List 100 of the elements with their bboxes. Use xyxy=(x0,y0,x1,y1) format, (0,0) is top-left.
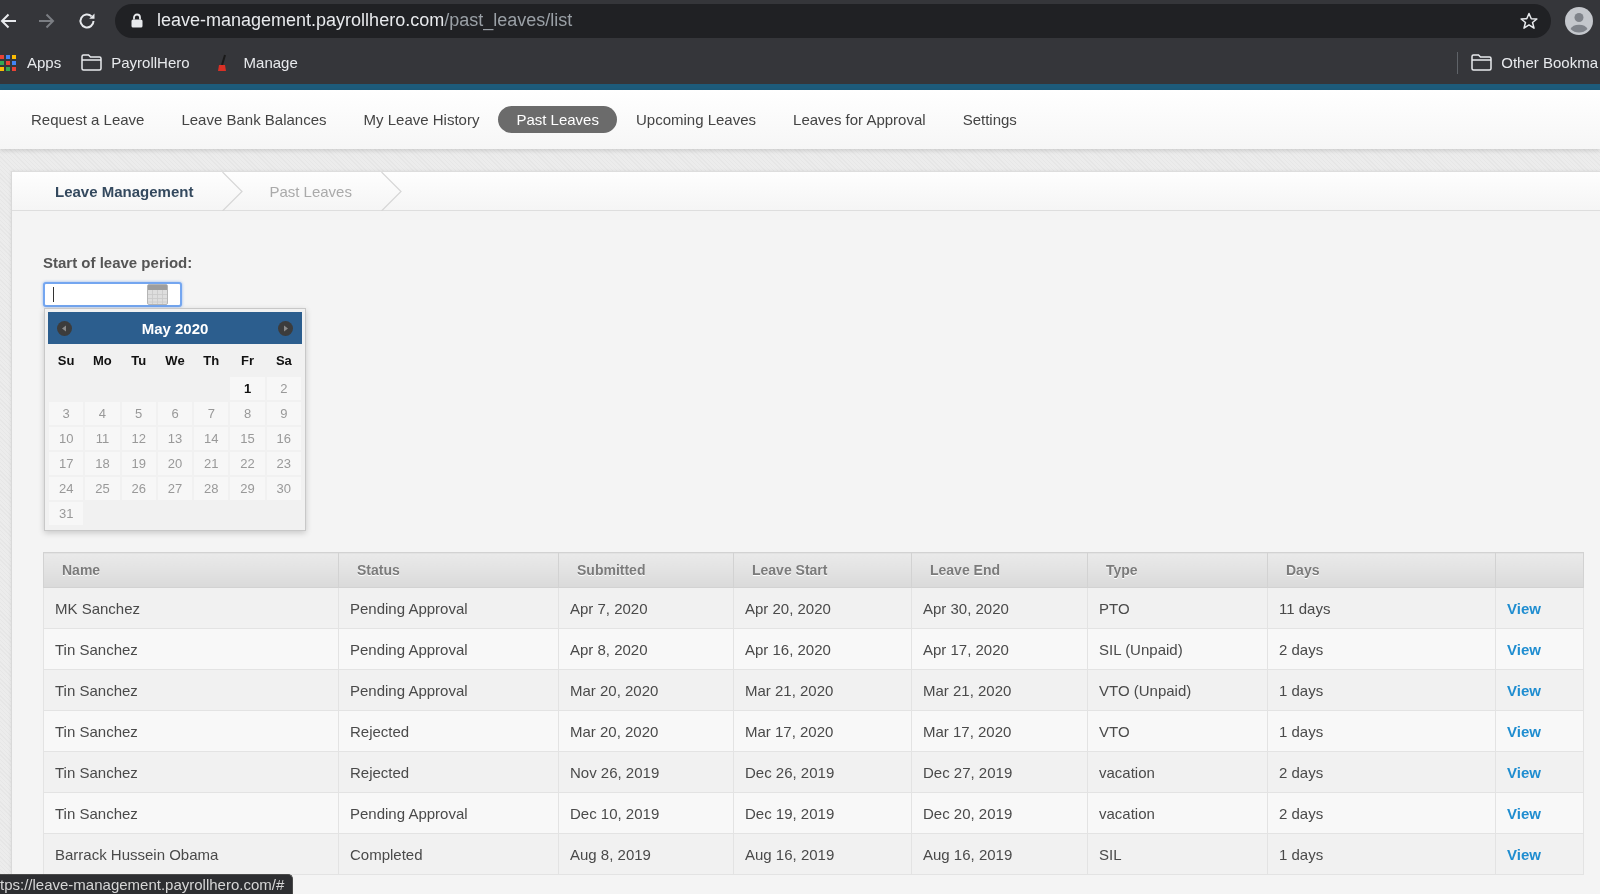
calendar-day: 17 xyxy=(49,452,84,475)
table-cell: SIL xyxy=(1087,833,1268,875)
app-favicon-icon xyxy=(216,53,227,72)
table-cell: Rejected xyxy=(338,710,559,752)
calendar-day: 24 xyxy=(49,477,84,500)
calendar-day: 15 xyxy=(230,427,265,450)
calendar-day: 7 xyxy=(194,402,229,425)
lock-icon xyxy=(131,13,143,28)
table-cell: Aug 16, 2019 xyxy=(733,833,912,875)
table-cell: Dec 26, 2019 xyxy=(733,751,912,793)
table-cell: Mar 21, 2020 xyxy=(911,669,1088,711)
calendar-day: 18 xyxy=(85,452,120,475)
calendar-day: 30 xyxy=(266,477,301,500)
table-cell: Pending Approval xyxy=(338,792,559,834)
column-header: Submitted xyxy=(558,552,734,588)
weekday-label: Tu xyxy=(130,351,148,370)
calendar-day: 22 xyxy=(230,452,265,475)
weekday-label: Sa xyxy=(274,351,293,370)
month-title: May 2020 xyxy=(141,319,209,337)
calendar-day: 8 xyxy=(230,402,265,425)
table-cell: Mar 17, 2020 xyxy=(733,710,912,752)
calendar-day: 31 xyxy=(49,502,84,525)
calendar-day: 14 xyxy=(194,427,229,450)
table-cell: vacation xyxy=(1087,792,1268,834)
calendar-day: 26 xyxy=(121,477,156,500)
table-cell: Completed xyxy=(338,833,559,875)
bookmark[interactable]: PayrollHero xyxy=(81,50,190,75)
bookmark[interactable]: Manage xyxy=(216,50,298,75)
star-icon[interactable] xyxy=(1520,11,1538,30)
weekday-label: Fr xyxy=(240,351,256,370)
calendar-day: 5 xyxy=(121,402,156,425)
calendar-day: 16 xyxy=(266,427,301,450)
date-input-field[interactable] xyxy=(43,282,182,307)
table-cell: Apr 16, 2020 xyxy=(733,628,912,670)
calendar-day: 13 xyxy=(157,427,193,450)
table-cell: vacation xyxy=(1087,751,1268,793)
weekday-label: Su xyxy=(56,351,76,370)
calendar-day: 27 xyxy=(157,477,193,500)
calendar-day: 12 xyxy=(121,427,156,450)
calendar-day: 3 xyxy=(49,402,84,425)
calendar-day: 9 xyxy=(266,402,301,425)
table-cell: Tin Sanchez xyxy=(43,792,339,834)
text-cursor-icon xyxy=(53,287,54,302)
nav-tab[interactable]: My Leave History xyxy=(345,106,498,133)
column-header: Leave End xyxy=(911,552,1088,588)
bookmark[interactable]: Other Bookma xyxy=(1471,50,1598,75)
table-cell: SIL (Unpaid) xyxy=(1087,628,1268,670)
url-text: leave-management.payrollhero.com/past_leaves/list xyxy=(157,10,573,31)
calendar-day: 19 xyxy=(121,452,156,475)
table-cell: Aug 16, 2019 xyxy=(911,833,1088,875)
table-cell: Dec 27, 2019 xyxy=(911,751,1088,793)
calendar-day: 28 xyxy=(194,477,229,500)
table-cell: Dec 20, 2019 xyxy=(911,792,1088,834)
table-cell: Tin Sanchez xyxy=(43,751,339,793)
bookmark[interactable]: Apps xyxy=(0,50,62,75)
table-cell: Apr 17, 2020 xyxy=(911,628,1088,670)
table-cell: PTO xyxy=(1087,587,1268,629)
table-cell: Rejected xyxy=(338,751,559,793)
table-cell: 2 days xyxy=(1267,792,1496,834)
calendar-day: 25 xyxy=(85,477,120,500)
calendar-icon[interactable] xyxy=(147,284,168,305)
table-cell: Pending Approval xyxy=(338,587,559,629)
table-cell: 11 days xyxy=(1267,587,1496,629)
weekday-label: Th xyxy=(202,351,221,370)
field-label: Start of leave period: xyxy=(43,254,193,272)
table-cell: Nov 26, 2019 xyxy=(558,751,734,793)
address-bar[interactable]: leave-management.payrollhero.com/past_leaves/list xyxy=(115,3,1551,38)
column-header: Leave Start xyxy=(733,552,912,588)
weekday-label: Mo xyxy=(92,351,113,370)
table-cell: 1 days xyxy=(1267,669,1496,711)
nav-tab[interactable]: Leaves for Approval xyxy=(775,106,944,133)
table-cell: Tin Sanchez xyxy=(43,628,339,670)
table-cell: Apr 8, 2020 xyxy=(558,628,734,670)
nav-tab[interactable]: Past Leaves xyxy=(498,106,617,133)
profile-avatar-icon[interactable] xyxy=(1565,6,1593,35)
calendar-day: 23 xyxy=(266,452,301,475)
nav-tab[interactable]: Settings xyxy=(944,106,1035,133)
app-grid-icon xyxy=(0,54,16,71)
back-arrow-icon[interactable] xyxy=(0,11,17,30)
reload-icon[interactable] xyxy=(78,11,96,30)
weekday-label: We xyxy=(164,351,186,370)
breadcrumb-link[interactable]: Leave Management xyxy=(55,172,194,210)
table-cell: 1 days xyxy=(1267,710,1496,752)
table-cell: Dec 19, 2019 xyxy=(733,792,912,834)
nav-tab[interactable]: Request a Leave xyxy=(13,106,163,133)
table-cell: Tin Sanchez xyxy=(43,669,339,711)
column-header: Name xyxy=(43,552,339,588)
calendar-day: 4 xyxy=(85,402,120,425)
nav-tab[interactable]: Leave Bank Balances xyxy=(163,106,345,133)
status-url: tps://leave-management.payrollhero.com/# xyxy=(0,874,294,894)
table-cell: Apr 30, 2020 xyxy=(911,587,1088,629)
table-cell: VTO (Unpaid) xyxy=(1087,669,1268,711)
calendar-day[interactable]: 1 xyxy=(230,377,265,400)
column-header: Status xyxy=(338,552,559,588)
nav-tab[interactable]: Upcoming Leaves xyxy=(617,106,775,133)
calendar-day: 29 xyxy=(230,477,265,500)
table-cell: 2 days xyxy=(1267,628,1496,670)
calendar-day: 10 xyxy=(49,427,84,450)
table-cell: Apr 7, 2020 xyxy=(558,587,734,629)
column-header: Days xyxy=(1267,552,1496,588)
